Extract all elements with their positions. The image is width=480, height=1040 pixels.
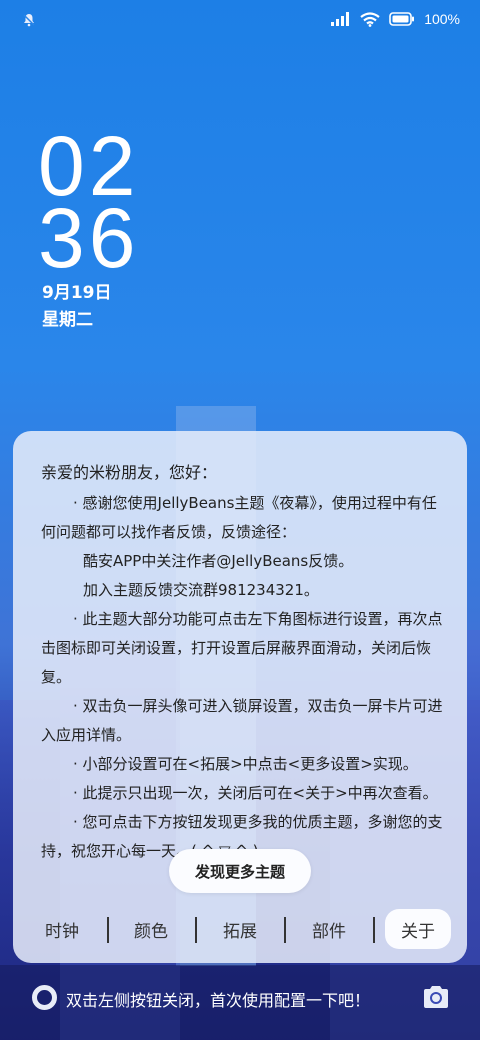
tab-divider [373,917,375,943]
lockscreen-clock: 02 36 [38,124,140,285]
welcome-panel: 亲爱的米粉朋友，您好： · 感谢您使用JellyBeans主题《夜幕》，使用过程… [13,431,467,963]
tab-clock[interactable]: 时钟 [29,909,95,949]
bottom-hint-bar: 双击左侧按钮关闭，首次使用配置一下吧！ [0,978,480,1018]
settings-tab-bar: 时钟 颜色 拓展 部件 关于 [13,909,467,953]
tab-about[interactable]: 关于 [385,909,451,949]
tab-widgets[interactable]: 部件 [296,909,362,949]
camera-icon[interactable] [422,984,450,1010]
tab-divider [284,917,286,943]
battery-icon [389,12,415,26]
instruction-paragraph: · 此提示只出现一次，关闭后可在<关于>中再次查看。 [73,784,438,802]
instructions-text: · 感谢您使用JellyBeans主题《夜幕》，使用过程中有任何问题都可以找作者… [41,489,451,866]
tab-divider [107,917,109,943]
tab-divider [195,917,197,943]
instruction-paragraph: · 此主题大部分功能可点击左下角图标进行设置，再次点击图标即可关闭设置，打开设置… [41,610,443,686]
instruction-paragraph: · 小部分设置可在<拓展>中点击<更多设置>实现。 [73,755,418,773]
weekday-label: 星期二 [42,310,93,330]
tab-color[interactable]: 颜色 [118,909,184,949]
settings-toggle-button[interactable] [32,985,57,1010]
instruction-paragraph: 酷安APP中关注作者@JellyBeans反馈。 [83,552,354,570]
wifi-icon [360,11,380,27]
instruction-paragraph: · 感谢您使用JellyBeans主题《夜幕》，使用过程中有任何问题都可以找作者… [41,494,437,541]
date-label: 9月19日 [42,283,112,303]
signal-icon [331,12,350,26]
greeting-text: 亲爱的米粉朋友，您好： [41,463,218,482]
instruction-paragraph: 加入主题反馈交流群981234321。 [83,581,319,599]
battery-percentage: 100% [424,11,460,27]
discover-more-themes-button[interactable]: 发现更多主题 [169,849,311,893]
status-bar: 100% [0,0,480,40]
clock-minute: 36 [38,191,140,285]
tab-extension[interactable]: 拓展 [207,909,273,949]
instruction-paragraph: · 双击负一屏头像可进入锁屏设置，双击负一屏卡片可进入应用详情。 [41,697,443,744]
silent-bell-icon [23,14,35,27]
hint-text: 双击左侧按钮关闭，首次使用配置一下吧！ [66,991,371,1010]
